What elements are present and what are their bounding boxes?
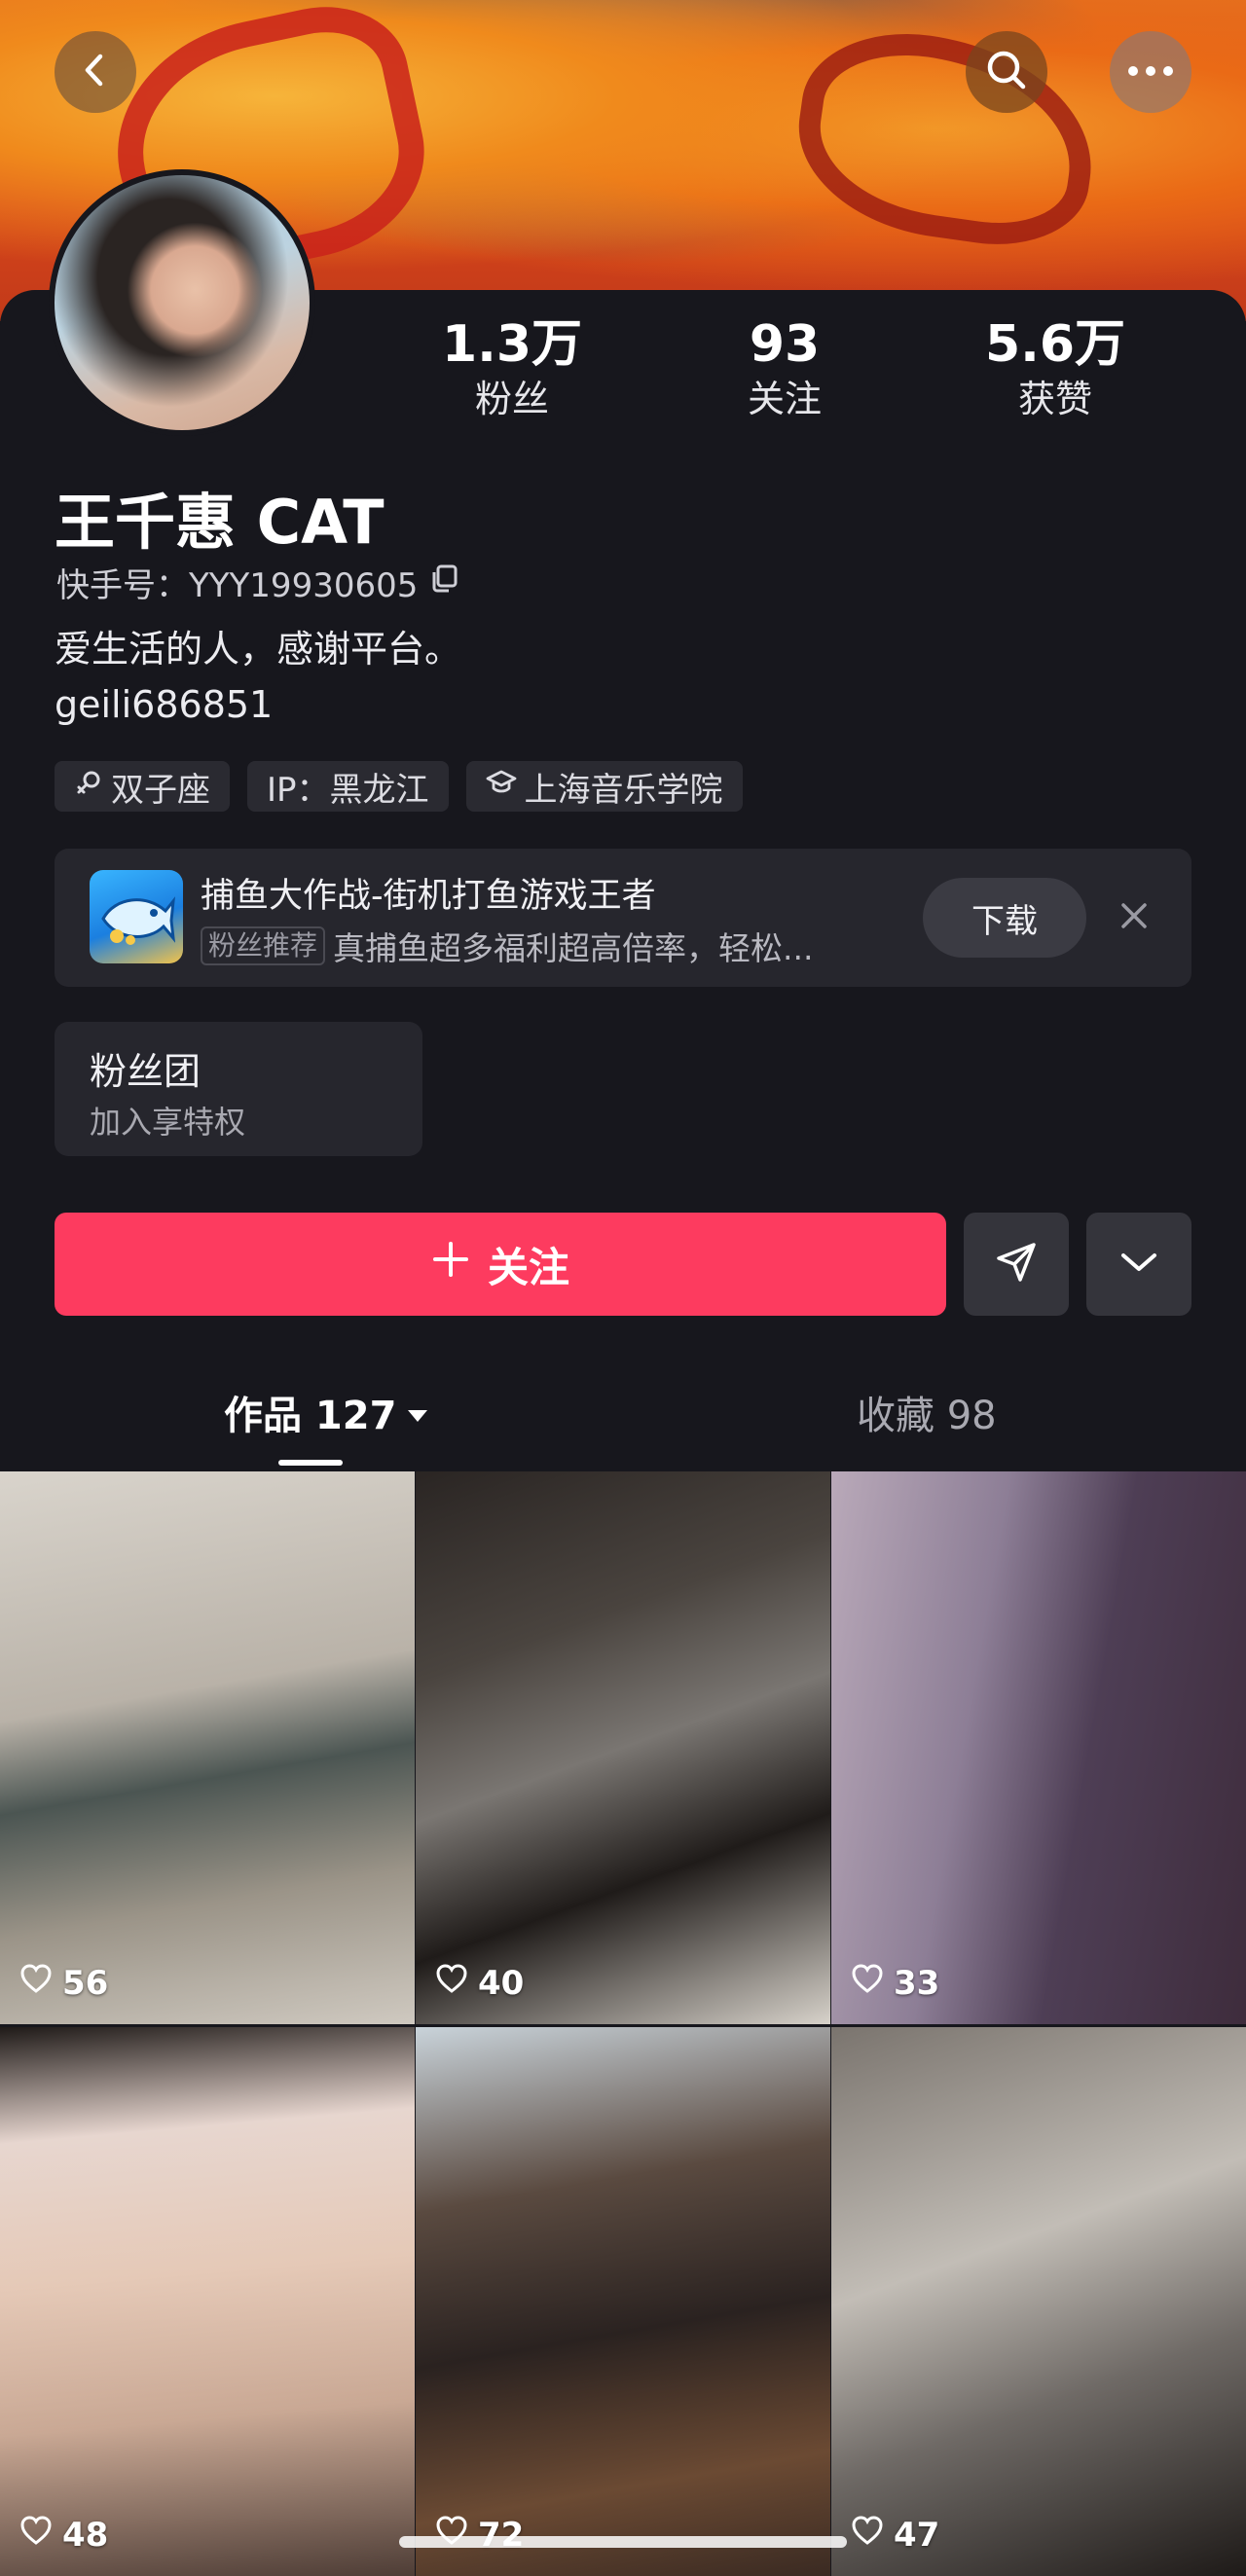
follow-button[interactable]: 关注: [55, 1213, 946, 1316]
stat-label: 关注: [747, 378, 822, 420]
more-options-button[interactable]: [1110, 31, 1191, 113]
search-icon: [984, 48, 1029, 96]
ad-badge: 粉丝推荐: [201, 926, 326, 965]
stat-following[interactable]: 93 关注: [678, 313, 892, 422]
ad-title: 捕鱼大作战-街机打鱼游戏王者: [201, 877, 656, 916]
like-count: 33: [851, 1963, 939, 2003]
ad-banner[interactable]: 捕鱼大作战-街机打鱼游戏王者 粉丝推荐 真捕鱼超多福利超高倍率，轻松... 下载: [55, 849, 1191, 987]
like-count-value: 47: [894, 2515, 940, 2555]
like-count: 47: [851, 2515, 939, 2555]
tag-label: 双子座: [111, 770, 210, 810]
stat-value: 1.3万: [441, 315, 583, 374]
stat-likes[interactable]: 5.6万 获赞: [948, 313, 1162, 422]
profile-extra-text: geili686851: [55, 683, 274, 726]
copy-icon[interactable]: [429, 562, 460, 602]
video-thumbnail[interactable]: 33: [831, 1471, 1246, 2024]
zodiac-icon: [74, 767, 103, 806]
heart-icon: [851, 2515, 884, 2555]
follow-label: 关注: [487, 1243, 569, 1291]
like-count: 40: [435, 1963, 524, 2003]
plus-icon: [431, 1240, 470, 1288]
video-thumbnail[interactable]: 72: [416, 2027, 830, 2576]
ad-subtitle-row: 粉丝推荐 真捕鱼超多福利超高倍率，轻松...: [201, 923, 814, 969]
close-ad-button[interactable]: [1110, 893, 1158, 942]
chevron-left-icon: [76, 51, 115, 93]
avatar[interactable]: [49, 169, 315, 436]
caret-down-icon: [406, 1390, 429, 1434]
recommend-dropdown-button[interactable]: [1086, 1213, 1191, 1316]
like-count: 48: [19, 2515, 108, 2555]
search-button[interactable]: [966, 31, 1047, 113]
kuaishou-id: 快手号：YYY19930605: [56, 566, 419, 605]
fan-group-title: 粉丝团: [90, 1050, 202, 1093]
download-button[interactable]: 下载: [923, 878, 1086, 958]
heart-icon: [19, 2515, 53, 2555]
tab-label: 收藏 98: [857, 1394, 997, 1438]
tab-label: 作品 127: [224, 1394, 397, 1438]
stat-followers[interactable]: 1.3万 粉丝: [405, 313, 619, 422]
kuaishou-id-row[interactable]: 快手号：YYY19930605: [56, 559, 460, 606]
stat-value: 93: [749, 315, 821, 374]
like-count: 56: [19, 1963, 108, 2003]
game-app-icon: [90, 870, 183, 963]
fan-group-card[interactable]: 粉丝团 加入享特权: [55, 1022, 422, 1156]
video-thumbnail[interactable]: 47: [831, 2027, 1246, 2576]
back-button[interactable]: [55, 31, 136, 113]
video-thumbnail[interactable]: 40: [416, 1471, 830, 2024]
heart-icon: [851, 1963, 884, 2003]
tag-label: IP：黑龙江: [267, 770, 429, 810]
message-button[interactable]: [964, 1213, 1069, 1316]
video-thumbnail[interactable]: 56: [0, 1471, 415, 2024]
graduation-cap-icon: [486, 767, 517, 806]
video-thumbnail[interactable]: 48: [0, 2027, 415, 2576]
tag-ip-location[interactable]: IP：黑龙江: [247, 761, 449, 812]
close-icon: [1119, 901, 1149, 934]
stat-label: 粉丝: [474, 378, 549, 420]
stat-label: 获赞: [1017, 378, 1092, 420]
fan-group-subtitle: 加入享特权: [90, 1104, 246, 1141]
heart-icon: [435, 1963, 468, 2003]
tag-school[interactable]: 上海音乐学院: [465, 761, 743, 812]
profile-name: 王千惠 CAT: [55, 487, 385, 558]
like-count-value: 40: [478, 1963, 525, 2003]
more-horizontal-icon: [1126, 63, 1175, 82]
like-count-value: 72: [478, 2515, 525, 2555]
tag-zodiac[interactable]: 双子座: [55, 761, 230, 812]
like-count-value: 33: [894, 1963, 940, 2003]
like-count-value: 56: [62, 1963, 109, 2003]
content-tabs: 作品 127 收藏 98: [0, 1366, 1246, 1471]
profile-tags: 双子座 IP：黑龙江 上海音乐学院: [55, 761, 743, 812]
stat-value: 5.6万: [984, 315, 1126, 374]
chevron-down-icon: [1118, 1248, 1160, 1281]
tab-favorites[interactable]: 收藏 98: [857, 1384, 997, 1440]
heart-icon: [19, 1963, 53, 2003]
tag-label: 上海音乐学院: [524, 770, 723, 810]
home-indicator[interactable]: [399, 2536, 847, 2548]
profile-bio: 爱生活的人，感谢平台。: [55, 628, 462, 671]
active-tab-indicator: [278, 1460, 343, 1466]
avatar-image: [55, 175, 310, 430]
heart-icon: [435, 2515, 468, 2555]
like-count-value: 48: [62, 2515, 109, 2555]
ad-subtitle: 真捕鱼超多福利超高倍率，轻松...: [333, 929, 814, 967]
like-count: 72: [435, 2515, 524, 2555]
send-icon: [993, 1239, 1040, 1289]
tab-works[interactable]: 作品 127: [224, 1384, 429, 1440]
video-grid: 56 40 33 48 72 47: [0, 1471, 1246, 2576]
